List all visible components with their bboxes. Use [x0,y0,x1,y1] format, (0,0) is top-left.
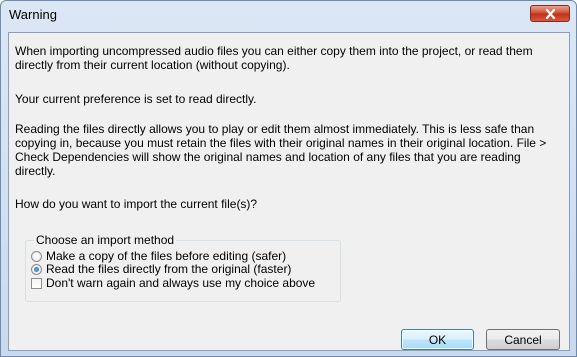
dialog-body: When importing uncompressed audio files … [8,32,570,351]
import-method-group: Choose an import method Make a copy of t… [25,233,341,302]
read-directly-label: Read the files directly from the origina… [46,262,292,276]
message-intro: When importing uncompressed audio files … [15,44,533,72]
cancel-button[interactable]: Cancel [486,329,560,350]
message-explanation: Reading the files directly allows you to… [15,122,547,178]
warning-dialog: Warning When importing uncompressed audi… [0,0,577,357]
close-button[interactable] [530,5,570,22]
window-title: Warning [9,7,57,22]
dont-warn-checkbox[interactable] [31,277,42,289]
title-bar[interactable]: Warning [1,1,576,32]
dont-warn-label: Don't warn again and always use my choic… [46,276,316,290]
read-directly-radio[interactable] [31,263,42,275]
message-preference: Your current preference is set to read d… [15,92,257,106]
radio-selected-dot [34,266,39,272]
dont-warn-checkbox-option[interactable]: Don't warn again and always use my choic… [31,276,315,290]
ok-button[interactable]: OK [401,329,474,350]
close-icon [545,8,555,19]
message-question: How do you want to import the current fi… [15,197,258,211]
read-directly-radio-option[interactable]: Read the files directly from the origina… [31,262,291,276]
import-method-group-label: Choose an import method [34,233,177,247]
copy-files-label: Make a copy of the files before editing … [46,249,287,263]
copy-files-radio-option[interactable]: Make a copy of the files before editing … [31,249,286,263]
copy-files-radio[interactable] [31,250,42,262]
